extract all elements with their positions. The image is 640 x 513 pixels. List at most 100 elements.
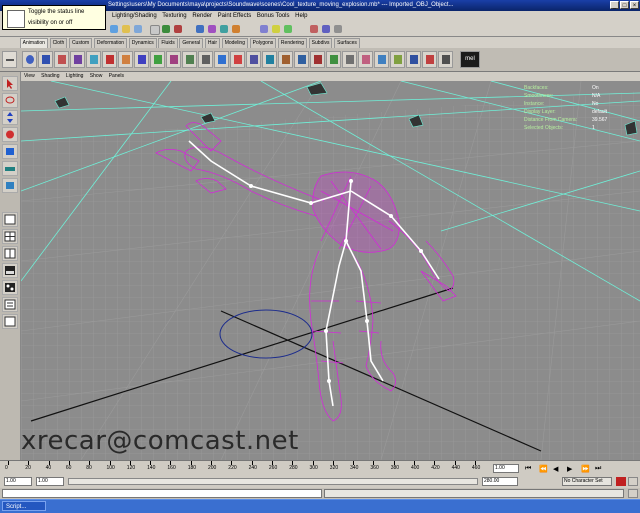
select-component-icon[interactable] — [174, 25, 182, 33]
current-frame-field[interactable]: 1.00 — [493, 464, 519, 473]
normal-constraint-icon[interactable] — [374, 51, 389, 68]
perspective-viewport[interactable]: Backfaces: On Smoothness: N/A Instance: No … — [21, 81, 640, 460]
go-end-icon[interactable]: ⏭ — [595, 465, 601, 473]
graph-editor-icon[interactable] — [438, 51, 453, 68]
scale-tool-icon[interactable] — [2, 144, 18, 159]
manipulator-icon[interactable] — [2, 161, 18, 176]
character-set-dropdown[interactable]: No Character Set — [562, 477, 612, 486]
play-forward-icon[interactable]: ▶ — [567, 465, 572, 473]
select-object-icon[interactable] — [162, 25, 170, 33]
time-tick-label: 340 — [350, 465, 359, 471]
shelf-tabs: Animation Cloth Custom Deformation Dynam… — [0, 37, 640, 49]
range-slider[interactable] — [68, 478, 478, 485]
menu-render[interactable]: Render — [192, 13, 212, 19]
detach-skin-icon[interactable] — [86, 51, 101, 68]
menu-help[interactable]: Help — [295, 13, 307, 19]
panel-menu-view[interactable]: View — [24, 73, 35, 79]
mask-surface-icon[interactable] — [220, 25, 228, 33]
point-constraint-icon[interactable] — [278, 51, 293, 68]
auto-key-icon[interactable] — [616, 477, 626, 486]
menu-bonus-tools[interactable]: Bonus Tools — [257, 13, 290, 19]
character-set-icon[interactable] — [422, 51, 437, 68]
layout-hypergraph-icon[interactable] — [2, 280, 18, 295]
wrap-icon[interactable] — [230, 51, 245, 68]
blend-shape-icon[interactable] — [182, 51, 197, 68]
parent-constraint-icon[interactable] — [342, 51, 357, 68]
geometry-constraint-icon[interactable] — [358, 51, 373, 68]
time-slider[interactable]: 0 20 40 60 80 100 120 140 160 180 200 220 240 260 280 3… — [0, 460, 640, 476]
menu-texturing[interactable]: Texturing — [162, 13, 186, 19]
anim-prefs-icon[interactable] — [628, 477, 638, 486]
key-rotate-icon[interactable] — [134, 51, 149, 68]
snap-curve-icon[interactable] — [272, 25, 280, 33]
motion-path-icon[interactable] — [166, 51, 181, 68]
panel-menu-panels[interactable]: Panels — [109, 73, 124, 79]
key-scale-icon[interactable] — [150, 51, 165, 68]
minimize-button[interactable]: _ — [610, 1, 619, 9]
step-forward-icon[interactable]: ⏩ — [581, 465, 590, 473]
range-end-field[interactable]: 1.00 — [36, 477, 64, 486]
time-tick-label: 40 — [45, 465, 52, 471]
folder-icon[interactable] — [122, 25, 130, 33]
ik-handle-icon[interactable] — [38, 51, 53, 68]
select-tool-icon[interactable] — [2, 76, 18, 91]
ipr-icon[interactable] — [322, 25, 330, 33]
panel-menu-shading[interactable]: Shading — [41, 73, 59, 79]
layout-custom-icon[interactable] — [2, 314, 18, 329]
taskbar-script-editor-button[interactable]: Script... — [2, 501, 46, 511]
wire-icon[interactable] — [262, 51, 277, 68]
maximize-button[interactable]: □ — [620, 1, 629, 9]
heads-up-display: Backfaces: On Smoothness: N/A Instance: No … — [524, 84, 636, 132]
playback-end-field[interactable]: 280.00 — [482, 477, 518, 486]
script-editor-icon[interactable] — [628, 489, 638, 498]
render-globals-icon[interactable] — [334, 25, 342, 33]
tangent-constraint-icon[interactable] — [390, 51, 405, 68]
joint-tool-icon[interactable] — [22, 51, 37, 68]
mel-button[interactable]: mel — [460, 51, 480, 68]
cluster-icon[interactable] — [214, 51, 229, 68]
bind-skin-icon[interactable] — [70, 51, 85, 68]
lattice-icon[interactable] — [198, 51, 213, 68]
layout-outliner-icon[interactable] — [2, 297, 18, 312]
menu-lighting-shading[interactable]: Lighting/Shading — [112, 13, 157, 19]
orient-constraint-icon[interactable] — [310, 51, 325, 68]
sculpt-icon[interactable] — [246, 51, 261, 68]
move-tool-icon[interactable] — [2, 110, 18, 125]
shelf-menu-icon[interactable] — [2, 51, 17, 68]
hud-label: Display Layer: — [524, 109, 556, 115]
mask-curve-icon[interactable] — [208, 25, 216, 33]
time-tick-label: 400 — [411, 465, 420, 471]
snap-grid-icon[interactable] — [260, 25, 268, 33]
scale-constraint-icon[interactable] — [326, 51, 341, 68]
layout-single-icon[interactable] — [2, 212, 18, 227]
select-hierarchy-icon[interactable] — [150, 25, 160, 35]
menu-paint-effects[interactable]: Paint Effects — [218, 13, 252, 19]
last-tool-icon[interactable] — [2, 178, 18, 193]
render-icon[interactable] — [310, 25, 318, 33]
set-key-icon[interactable] — [102, 51, 117, 68]
panel-menu-lighting[interactable]: Lighting — [66, 73, 84, 79]
save-icon[interactable] — [134, 25, 142, 33]
layout-persp-graph-icon[interactable] — [2, 263, 18, 278]
close-button[interactable]: × — [630, 1, 639, 9]
mask-deform-icon[interactable] — [232, 25, 240, 33]
key-translate-icon[interactable] — [118, 51, 133, 68]
command-line — [0, 488, 640, 499]
aim-constraint-icon[interactable] — [294, 51, 309, 68]
mode-icon[interactable] — [110, 25, 118, 33]
ik-spline-icon[interactable] — [54, 51, 69, 68]
panel-menu-bar: View Shading Lighting Show Panels — [21, 72, 640, 81]
snap-point-icon[interactable] — [284, 25, 292, 33]
rotate-tool-icon[interactable] — [2, 127, 18, 142]
play-back-icon[interactable]: ◀ — [553, 465, 558, 473]
layout-four-icon[interactable] — [2, 229, 18, 244]
step-back-icon[interactable]: ⏪ — [539, 465, 548, 473]
command-input[interactable] — [2, 489, 322, 498]
range-start-field[interactable]: 1.00 — [4, 477, 32, 486]
mask-joint-icon[interactable] — [196, 25, 204, 33]
layout-two-icon[interactable] — [2, 246, 18, 261]
go-start-icon[interactable]: ⏮ — [525, 465, 531, 473]
pole-vector-icon[interactable] — [406, 51, 421, 68]
panel-menu-show[interactable]: Show — [90, 73, 103, 79]
lasso-tool-icon[interactable] — [2, 93, 18, 108]
